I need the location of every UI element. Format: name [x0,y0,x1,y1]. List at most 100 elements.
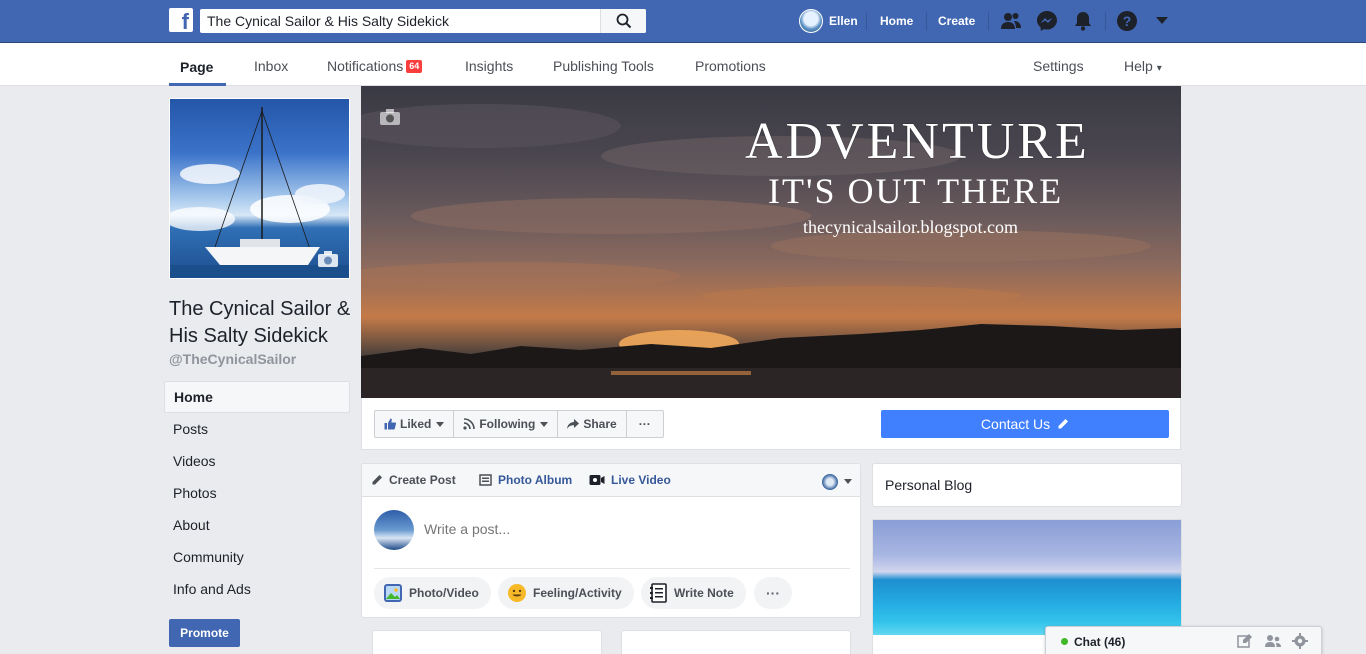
gear-icon[interactable] [1292,633,1308,649]
sidebar-item-home[interactable]: Home [164,381,350,413]
sidebar-item-posts[interactable]: Posts [164,413,350,445]
tab-promotions[interactable]: Promotions [695,58,766,74]
composer-more-button[interactable]: ··· [754,577,792,609]
home-link[interactable]: Home [880,0,913,42]
tab-settings[interactable]: Settings [1033,58,1084,74]
liked-button[interactable]: Liked [375,411,455,437]
tab-live-video[interactable]: Live Video [589,473,671,487]
tab-inbox[interactable]: Inbox [254,58,288,74]
page-tabs: Page Inbox Notifications 64 Insights Publ… [0,43,1366,86]
sidebar-item-videos[interactable]: Videos [164,445,350,477]
home-link-label: Home [880,14,914,28]
help-icon[interactable]: ? [1116,10,1138,32]
avatar [374,510,414,550]
write-note-button[interactable]: Write Note [641,577,746,609]
messenger-icon[interactable] [1036,10,1058,32]
tab-notifications-label: Notifications [327,58,404,74]
tab-photo-album-label: Photo Album [498,473,573,487]
page-side-menu: Home Posts Videos Photos About Community… [164,381,350,605]
divider [1105,12,1106,30]
personal-blog-card[interactable]: Personal Blog [872,463,1182,507]
search-button[interactable] [600,9,646,33]
following-label: Following [479,417,536,431]
chat-bar[interactable]: Chat (46) [1045,626,1322,654]
page-title[interactable]: The Cynical Sailor & His Salty Sidekick [169,296,359,350]
chevron-down-icon: ▾ [1156,63,1162,74]
active-tab-indicator [169,83,226,86]
search-icon [616,13,632,29]
tab-page[interactable]: Page [180,59,213,75]
tab-create-post[interactable]: Create Post [371,473,456,487]
feed-card [621,630,851,654]
tab-create-post-label: Create Post [389,473,456,487]
rss-icon [463,418,476,430]
divider [926,12,927,30]
divider [988,12,989,30]
more-icon: ··· [638,417,651,431]
thumbs-up-icon [384,418,396,430]
more-options-button[interactable]: ··· [627,411,663,437]
online-status-indicator [1061,638,1068,645]
sidebar-item-community[interactable]: Community [164,541,350,573]
write-post-input[interactable] [424,521,844,537]
tab-publishing-tools[interactable]: Publishing Tools [553,58,654,74]
avatar[interactable] [822,474,838,490]
post-composer: Create Post Photo Album Live Video Photo… [361,463,861,618]
facebook-logo-icon[interactable]: f [169,8,193,32]
camera-icon[interactable] [317,250,339,268]
feed-card [372,630,602,654]
cover-headline: ADVENTURE [745,113,1090,170]
account-menu-icon[interactable] [1155,16,1169,26]
page-action-bar: Liked Following Share ··· Contact Us [361,398,1181,450]
liked-label: Liked [400,417,432,431]
chevron-down-icon[interactable] [844,479,852,484]
promote-button[interactable]: Promote [169,619,240,647]
top-navigation-bar: f Ellen Home Create ? [0,0,1366,43]
chevron-down-icon [436,421,445,427]
compose-message-icon[interactable] [1237,633,1253,649]
following-button[interactable]: Following [454,411,559,437]
create-link-label: Create [938,14,976,28]
smiley-icon [508,584,526,602]
cover-subheadline: IT'S OUT THERE [768,171,1064,211]
pencil-icon [372,475,382,485]
chat-label: Chat (46) [1074,635,1126,649]
tab-help-label: Help [1124,58,1153,74]
pencil-icon [1058,419,1069,429]
photo-icon [384,584,402,602]
note-icon [650,583,667,603]
camera-icon[interactable] [379,108,401,126]
tab-live-video-label: Live Video [611,473,671,487]
new-group-icon[interactable] [1264,633,1282,649]
cover-url-text: thecynicalsailor.blogspot.com [803,217,1018,237]
tab-photo-album[interactable]: Photo Album [479,473,572,487]
tab-insights[interactable]: Insights [465,58,513,74]
divider [866,12,867,30]
create-link[interactable]: Create [938,0,975,42]
notifications-icon[interactable] [1072,10,1094,32]
sidebar-item-about[interactable]: About [164,509,350,541]
profile-link[interactable]: Ellen [799,0,858,42]
write-note-label: Write Note [674,586,734,600]
composer-tabs: Create Post Photo Album Live Video [362,464,860,497]
contact-us-label: Contact Us [980,416,1051,432]
tab-notifications[interactable]: Notifications 64 [327,58,423,74]
photo-video-button[interactable]: Photo/Video [374,577,491,609]
share-label: Share [583,417,617,431]
more-icon: ··· [766,585,780,601]
page-username[interactable]: @TheCynicalSailor [169,351,296,367]
profile-picture[interactable] [169,98,350,279]
friends-icon[interactable] [1000,10,1022,32]
tab-help[interactable]: Help ▾ [1124,58,1162,74]
share-button[interactable]: Share [558,411,627,437]
contact-us-button[interactable]: Contact Us [881,410,1169,438]
notification-count-badge: 64 [406,60,423,73]
search-input[interactable] [200,9,600,33]
sidebar-item-photos[interactable]: Photos [164,477,350,509]
feeling-activity-label: Feeling/Activity [533,586,622,600]
photo-album-icon [479,474,492,486]
beach-photo [873,520,1181,635]
sidebar-item-info-and-ads[interactable]: Info and Ads [164,573,350,605]
feeling-activity-button[interactable]: Feeling/Activity [498,577,634,609]
chevron-down-icon [540,421,549,427]
